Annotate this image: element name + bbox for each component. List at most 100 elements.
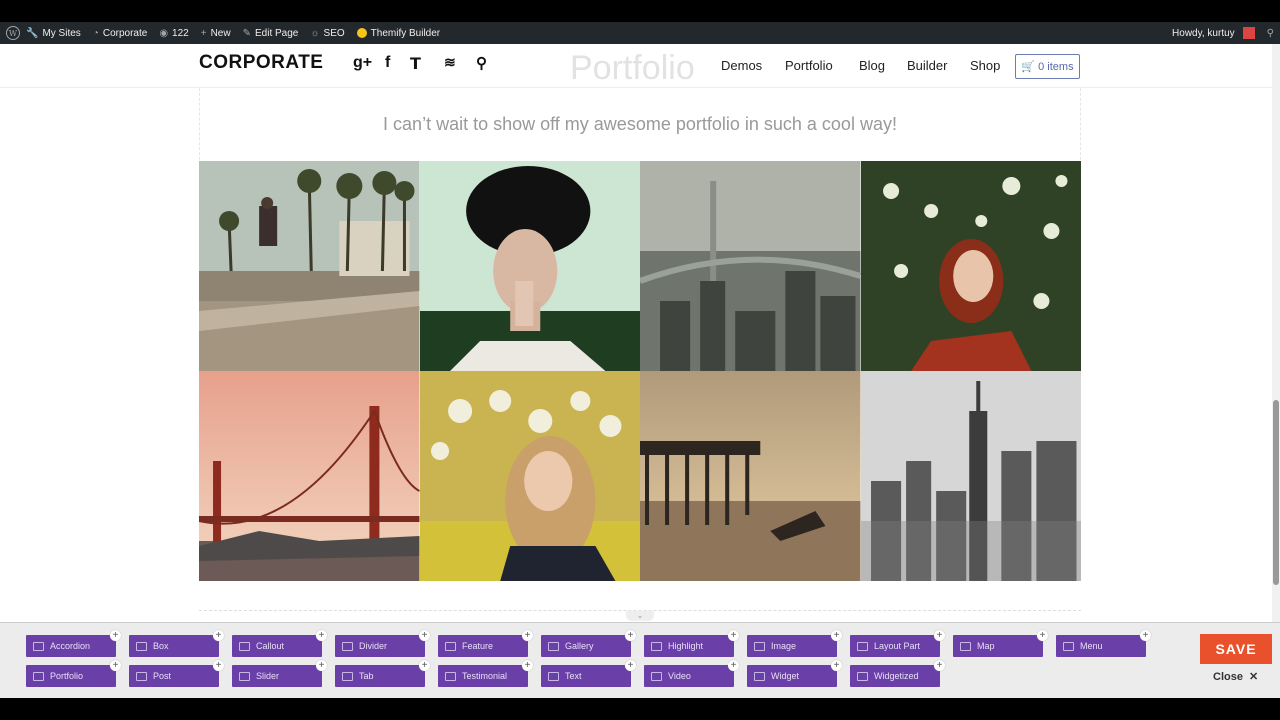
- nav-item-demos[interactable]: Demos: [721, 58, 762, 73]
- post-icon: [136, 671, 147, 681]
- image-icon: [754, 641, 765, 651]
- module-label: Portfolio: [50, 671, 84, 681]
- add-module-plus-icon[interactable]: +: [110, 630, 121, 641]
- add-module-plus-icon[interactable]: +: [831, 630, 842, 641]
- module-widgetized[interactable]: Widgetized +: [850, 660, 945, 687]
- close-label: Close: [1213, 670, 1243, 683]
- portfolio-image-pier-sunset[interactable]: [640, 371, 861, 581]
- add-module-plus-icon[interactable]: +: [625, 630, 636, 641]
- add-module-plus-icon[interactable]: +: [522, 630, 533, 641]
- module-post[interactable]: Post +: [129, 660, 224, 687]
- screen-bottom-bar: [0, 698, 1280, 720]
- admin-bar-my-sites[interactable]: 🔧 My Sites: [20, 22, 87, 44]
- module-accordion[interactable]: Accordion +: [26, 630, 121, 657]
- admin-bar-site-name[interactable]: ◔ Corporate: [87, 22, 154, 44]
- module-menu[interactable]: Menu +: [1056, 630, 1151, 657]
- add-module-plus-icon[interactable]: +: [625, 660, 636, 671]
- close-button[interactable]: Close ✕: [1213, 670, 1258, 684]
- portfolio-image-skatepark[interactable]: [199, 161, 420, 371]
- module-gallery[interactable]: Gallery +: [541, 630, 636, 657]
- add-module-plus-icon[interactable]: +: [213, 630, 224, 641]
- admin-bar-label: SEO: [323, 27, 345, 39]
- add-module-plus-icon[interactable]: +: [728, 630, 739, 641]
- admin-bar-account[interactable]: Howdy, kurtuy: [1166, 22, 1261, 44]
- admin-bar-themify-builder[interactable]: Themify Builder: [351, 22, 446, 44]
- add-module-plus-icon[interactable]: +: [1037, 630, 1048, 641]
- map-icon: [960, 641, 971, 651]
- module-callout[interactable]: Callout +: [232, 630, 327, 657]
- video-icon: [651, 671, 662, 681]
- seo-icon: ☼: [310, 27, 320, 39]
- wordpress-logo-icon[interactable]: W: [6, 26, 20, 40]
- module-highlight[interactable]: Highlight +: [644, 630, 739, 657]
- module-layout-part[interactable]: Layout Part +: [850, 630, 945, 657]
- admin-bar-seo[interactable]: ☼ SEO: [304, 22, 350, 44]
- module-testimonial[interactable]: Testimonial +: [438, 660, 533, 687]
- add-module-plus-icon[interactable]: +: [316, 660, 327, 671]
- admin-bar-edit-page[interactable]: ✎ Edit Page: [237, 22, 305, 44]
- module-label: Tab: [359, 671, 374, 681]
- add-module-plus-icon[interactable]: +: [1140, 630, 1151, 641]
- module-portfolio[interactable]: Portfolio +: [26, 660, 121, 687]
- module-text[interactable]: Text +: [541, 660, 636, 687]
- nav-item-shop[interactable]: Shop: [970, 58, 1000, 73]
- module-tab[interactable]: Tab +: [335, 660, 430, 687]
- module-divider[interactable]: Divider +: [335, 630, 430, 657]
- add-module-plus-icon[interactable]: +: [419, 660, 430, 671]
- scrollbar[interactable]: [1272, 44, 1280, 622]
- module-label: Accordion: [50, 641, 91, 651]
- slider-icon: [239, 671, 250, 681]
- add-module-plus-icon[interactable]: +: [213, 660, 224, 671]
- add-module-plus-icon[interactable]: +: [831, 660, 842, 671]
- module-feature[interactable]: Feature +: [438, 630, 533, 657]
- site-logo[interactable]: CORPORATE: [199, 52, 323, 74]
- module-label: Slider: [256, 671, 280, 681]
- module-map[interactable]: Map +: [953, 630, 1048, 657]
- portfolio-image-blonde-woman[interactable]: [419, 371, 640, 581]
- google-plus-icon[interactable]: g+: [353, 54, 372, 72]
- nav-item-builder[interactable]: Builder: [907, 58, 947, 73]
- module-label: Divider: [359, 641, 388, 651]
- module-widget[interactable]: Widget +: [747, 660, 842, 687]
- pencil-icon: ✎: [242, 27, 251, 39]
- portfolio-image-woman-portrait[interactable]: [419, 161, 640, 371]
- admin-bar-label: Themify Builder: [370, 27, 441, 39]
- twitter-icon[interactable]: 𝗧: [410, 54, 421, 74]
- portfolio-intro-text: I can’t wait to show off my awesome port…: [383, 114, 897, 134]
- module-label: Map: [977, 641, 995, 651]
- admin-bar-search[interactable]: ⚲: [1261, 22, 1280, 44]
- search-icon: ⚲: [1266, 27, 1274, 39]
- admin-bar: W 🔧 My Sites ◔ Corporate ◉ 122 + New ✎ Edit P…: [0, 22, 1280, 44]
- portfolio-image-foggy-city[interactable]: [640, 161, 861, 371]
- add-module-plus-icon[interactable]: +: [110, 660, 121, 671]
- add-module-plus-icon[interactable]: +: [419, 630, 430, 641]
- portfolio-image-red-hair-woman[interactable]: [860, 161, 1081, 371]
- chevron-down-icon[interactable]: ⌄: [626, 611, 654, 621]
- admin-bar-comments[interactable]: ◉ 122: [153, 22, 194, 44]
- scrollbar-thumb[interactable]: [1273, 400, 1279, 585]
- portfolio-image-new-york[interactable]: [860, 371, 1081, 581]
- rss-icon[interactable]: ≋: [444, 54, 456, 71]
- search-icon[interactable]: ⚲: [476, 54, 487, 72]
- tab-icon: [342, 671, 353, 681]
- add-module-plus-icon[interactable]: +: [522, 660, 533, 671]
- page-title: Portfolio: [570, 49, 695, 87]
- module-slider[interactable]: Slider +: [232, 660, 327, 687]
- module-image[interactable]: Image +: [747, 630, 842, 657]
- nav-item-blog[interactable]: Blog: [859, 58, 885, 73]
- add-module-plus-icon[interactable]: +: [934, 660, 945, 671]
- add-module-plus-icon[interactable]: +: [316, 630, 327, 641]
- callout-icon: [239, 641, 250, 651]
- add-module-plus-icon[interactable]: +: [728, 660, 739, 671]
- add-module-plus-icon[interactable]: +: [934, 630, 945, 641]
- module-video[interactable]: Video +: [644, 660, 739, 687]
- module-box[interactable]: Box +: [129, 630, 224, 657]
- howdy-text: Howdy, kurtuy: [1172, 27, 1235, 39]
- save-button[interactable]: SAVE: [1200, 634, 1272, 664]
- facebook-icon[interactable]: f: [385, 54, 390, 72]
- portfolio-image-golden-gate[interactable]: [199, 371, 420, 581]
- nav-item-portfolio[interactable]: Portfolio: [785, 58, 833, 73]
- dashboard-icon: ◔: [92, 27, 99, 39]
- admin-bar-new[interactable]: + New: [195, 22, 237, 44]
- cart-button[interactable]: 🛒 0 items: [1015, 54, 1080, 79]
